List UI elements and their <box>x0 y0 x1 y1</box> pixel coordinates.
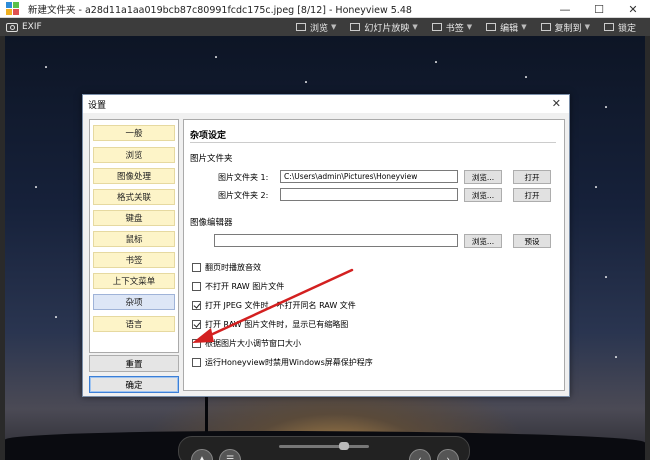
checkbox-no-raw[interactable]: 不打开 RAW 图片文件 <box>192 281 284 292</box>
camera-icon <box>6 22 18 32</box>
toolbar-bookmark-label: 书签 <box>445 23 464 34</box>
toolbar-edit-label: 编辑 <box>500 23 519 34</box>
sidebar-item-image-processing[interactable]: 图像处理 <box>93 168 175 184</box>
checkbox-box[interactable] <box>192 263 201 272</box>
slideshow-icon <box>350 23 361 31</box>
sidebar-item-context-menu[interactable]: 上下文菜单 <box>93 273 175 289</box>
checkbox-label: 不打开 RAW 图片文件 <box>205 282 285 291</box>
folder1-browse-button[interactable]: 浏览... <box>464 170 502 184</box>
checkbox-disable-screensaver[interactable]: 运行Honeyview时禁用Windows屏幕保护程序 <box>192 357 373 368</box>
folder2-browse-button[interactable]: 浏览... <box>464 188 502 202</box>
toolbar-copy-menu[interactable]: 复制到 ▼ <box>540 21 590 34</box>
seek-slider-track[interactable] <box>279 445 369 448</box>
seek-slider-thumb[interactable] <box>339 442 349 450</box>
chevron-down-icon: ▼ <box>466 23 473 31</box>
exif-button[interactable]: EXIF <box>6 22 42 32</box>
viewer-frame-right <box>645 36 650 460</box>
toolbar-copy-label: 复制到 <box>554 23 582 34</box>
main-toolbar: EXIF 浏览 ▼ 幻灯片放映 ▼ 书签 ▼ 编辑 ▼ 复制到 ▼ 锁定 <box>0 18 650 36</box>
checkbox-label: 打开 RAW 图片文件时，显示已有缩略图 <box>205 320 349 329</box>
checkbox-box[interactable] <box>192 320 201 329</box>
lock-icon <box>603 23 614 31</box>
edit-icon <box>486 23 497 31</box>
folder1-open-button[interactable]: 打开 <box>513 170 551 184</box>
toolbar-browse-menu[interactable]: 浏览 ▼ <box>295 21 337 34</box>
toolbar-browse-label: 浏览 <box>309 23 328 34</box>
checkbox-skip-raw-with-jpeg[interactable]: 打开 JPEG 文件时，不打开同名 RAW 文件 <box>192 300 356 311</box>
checkbox-page-turn-sound[interactable]: 翻页时播放音效 <box>192 262 261 273</box>
sidebar-item-keyboard[interactable]: 键盘 <box>93 210 175 226</box>
copy-icon <box>540 23 551 31</box>
checkbox-label: 根据图片大小调节窗口大小 <box>205 339 301 348</box>
settings-dialog: 设置 ✕ 一般 浏览 图像处理 格式关联 键盘 鼠标 书签 上下文菜单 杂项 语… <box>82 94 570 397</box>
toolbar-edit-menu[interactable]: 编辑 ▼ <box>486 21 527 34</box>
folder2-open-button[interactable]: 打开 <box>513 188 551 202</box>
sidebar-item-bookmark[interactable]: 书签 <box>93 252 175 268</box>
minimize-button[interactable]: — <box>548 0 582 18</box>
ok-button[interactable]: 确定 <box>89 376 179 393</box>
maximize-button[interactable]: ☐ <box>582 0 616 18</box>
window-title: 新建文件夹 - a28d11a1aa019bcb87c80991fcdc175c… <box>28 4 412 16</box>
section-title: 杂项设定 <box>190 131 227 141</box>
toolbar-bookmark-menu[interactable]: 书签 ▼ <box>431 21 473 34</box>
folder2-label: 图片文件夹 2: <box>218 191 269 200</box>
chevron-down-icon: ▼ <box>412 23 418 31</box>
dialog-close-button[interactable]: ✕ <box>552 97 561 110</box>
browse-icon <box>295 23 306 31</box>
honeyview-app-icon <box>6 1 20 16</box>
toolbar-lock-button[interactable]: 锁定 <box>603 21 636 34</box>
dialog-title-bar: 设置 ✕ <box>83 95 569 113</box>
sidebar-item-browse[interactable]: 浏览 <box>93 147 175 163</box>
image-editor-group-label: 图像编辑器 <box>190 218 233 228</box>
title-bar: 新建文件夹 - a28d11a1aa019bcb87c80991fcdc175c… <box>0 0 650 18</box>
sidebar-item-language[interactable]: 语言 <box>93 316 175 332</box>
checkbox-resize-window[interactable]: 根据图片大小调节窗口大小 <box>192 338 301 349</box>
menu-button[interactable]: ☰ <box>219 449 241 460</box>
folder1-label: 图片文件夹 1: <box>218 173 269 182</box>
checkbox-box[interactable] <box>192 339 201 348</box>
sidebar-item-misc[interactable]: 杂项 <box>93 294 175 310</box>
reset-button[interactable]: 重置 <box>89 355 179 372</box>
sidebar-item-mouse[interactable]: 鼠标 <box>93 231 175 247</box>
editor-preset-button[interactable]: 预设 <box>513 234 551 248</box>
chevron-down-icon: ▼ <box>330 23 337 31</box>
exif-label: EXIF <box>22 22 42 32</box>
eject-button[interactable]: ▲ <box>191 449 213 460</box>
checkbox-label: 翻页时播放音效 <box>205 263 261 272</box>
next-button[interactable]: › <box>437 449 459 460</box>
playback-control-bar: ▲ ☰ ‹ › <box>178 436 470 460</box>
sidebar-item-file-association[interactable]: 格式关联 <box>93 189 175 205</box>
section-divider <box>190 142 556 143</box>
sidebar-item-general[interactable]: 一般 <box>93 125 175 141</box>
settings-content-panel: 杂项设定 图片文件夹 图片文件夹 1: C:\Users\admin\Pictu… <box>183 119 565 391</box>
checkbox-box[interactable] <box>192 358 201 367</box>
folder2-path-input[interactable] <box>280 188 458 201</box>
folder1-path-input[interactable]: C:\Users\admin\Pictures\Honeyview <box>280 170 458 183</box>
chevron-down-icon: ▼ <box>584 23 590 31</box>
toolbar-slideshow-menu[interactable]: 幻灯片放映 ▼ <box>350 21 418 34</box>
chevron-down-icon: ▼ <box>521 23 527 31</box>
image-editor-path-input[interactable] <box>214 234 458 247</box>
editor-browse-button[interactable]: 浏览... <box>464 234 502 248</box>
image-folder-group-label: 图片文件夹 <box>190 154 233 164</box>
bookmark-icon <box>431 23 442 31</box>
checkbox-box[interactable] <box>192 282 201 291</box>
dialog-title: 设置 <box>88 100 107 111</box>
checkbox-label: 打开 JPEG 文件时，不打开同名 RAW 文件 <box>205 301 356 310</box>
settings-category-list: 一般 浏览 图像处理 格式关联 键盘 鼠标 书签 上下文菜单 杂项 语言 <box>89 119 179 353</box>
checkbox-raw-thumbnail[interactable]: 打开 RAW 图片文件时，显示已有缩略图 <box>192 319 348 330</box>
toolbar-slideshow-label: 幻灯片放映 <box>364 23 410 34</box>
previous-button[interactable]: ‹ <box>409 449 431 460</box>
toolbar-lock-label: 锁定 <box>617 23 636 34</box>
close-window-button[interactable]: ✕ <box>616 0 650 18</box>
checkbox-label: 运行Honeyview时禁用Windows屏幕保护程序 <box>205 358 373 367</box>
checkbox-box[interactable] <box>192 301 201 310</box>
